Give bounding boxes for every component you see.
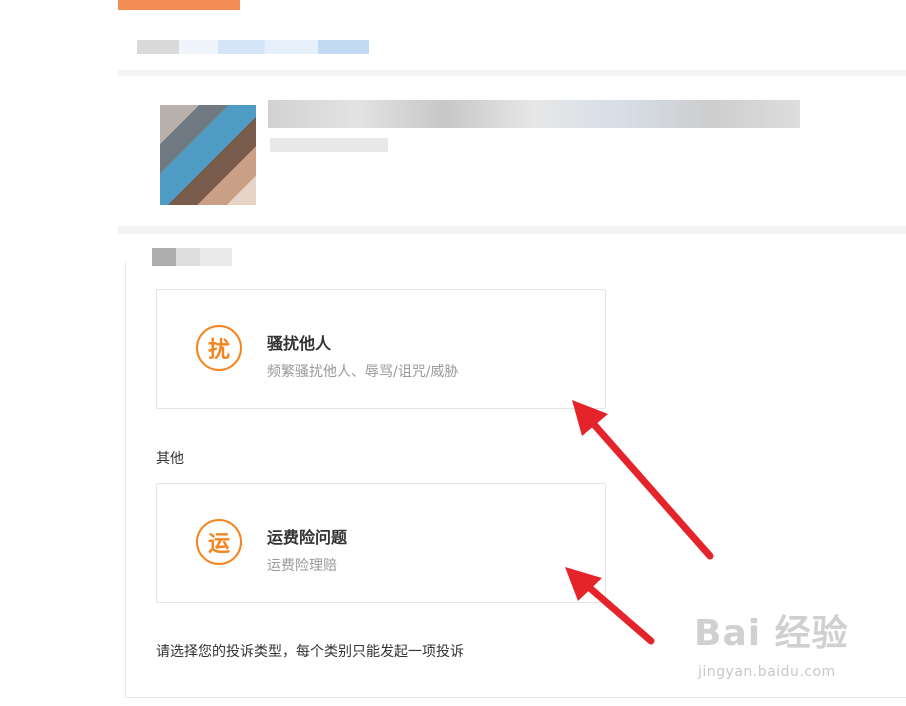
annotation-arrows: [565, 400, 714, 645]
watermark-logo: Bai 经验: [694, 613, 849, 654]
arrow-1: [579, 408, 714, 560]
watermark: Bai 经验 jingyan.baidu.com: [694, 604, 874, 692]
watermark-url: jingyan.baidu.com: [698, 664, 836, 680]
